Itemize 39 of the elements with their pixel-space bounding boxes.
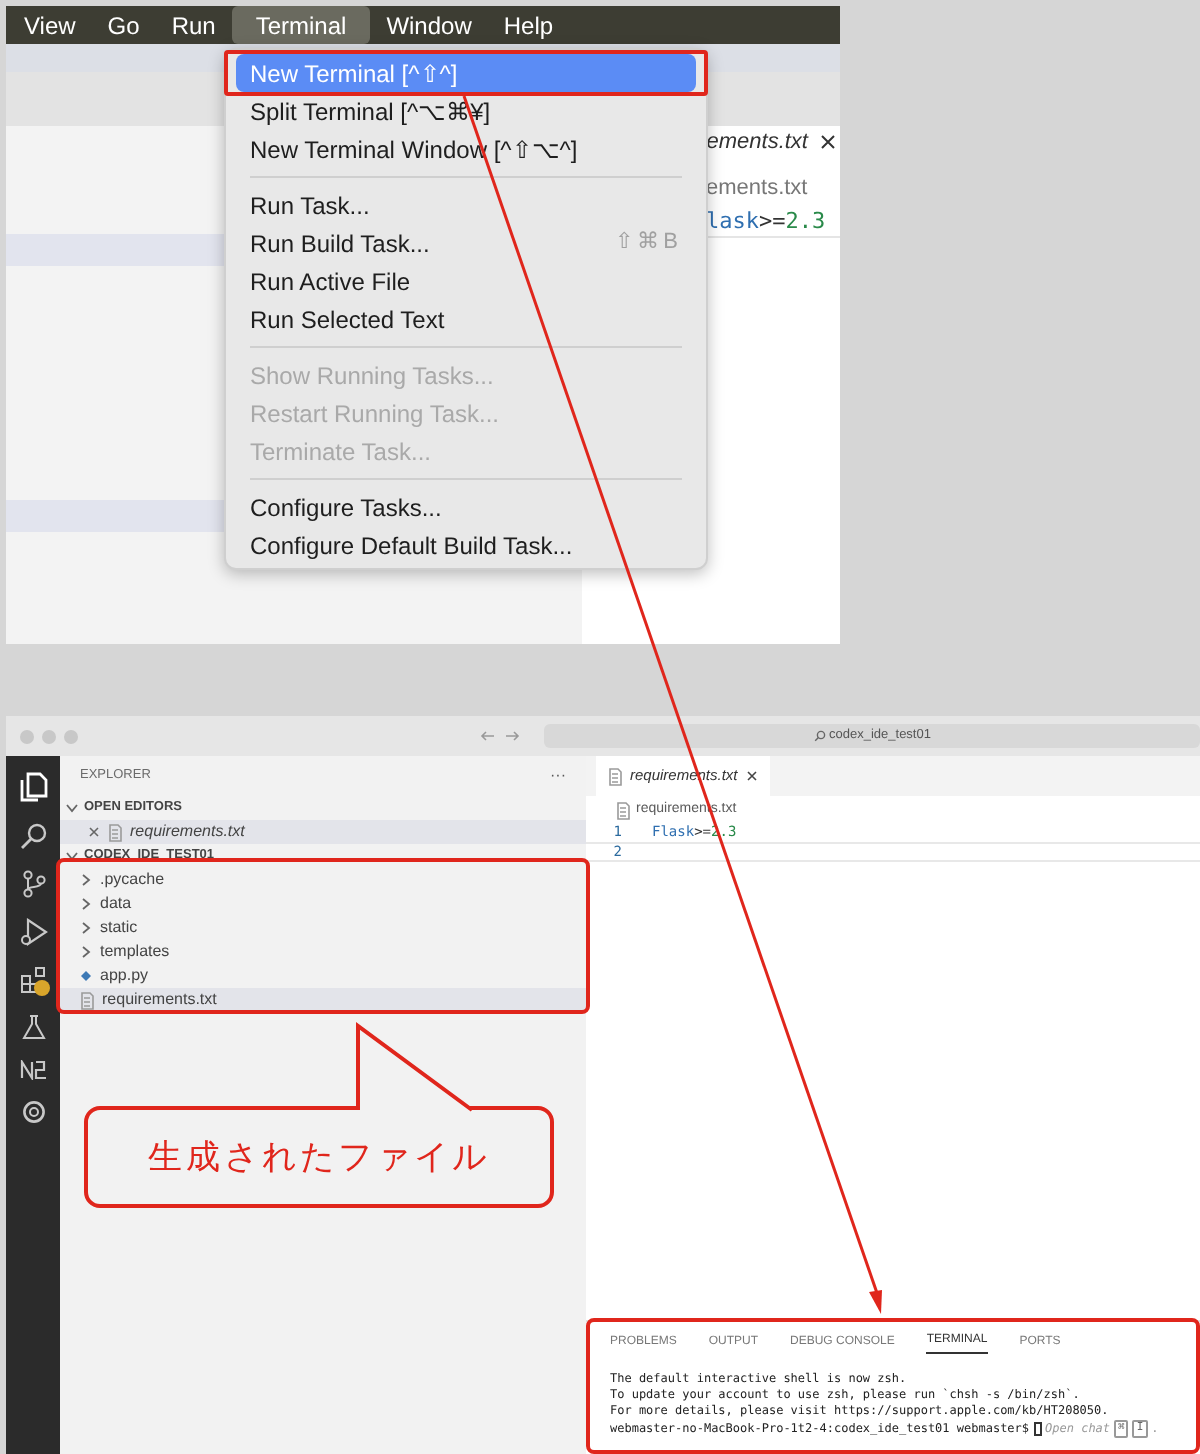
menu-item[interactable]: Configure Tasks... [236, 488, 696, 526]
python-file-icon [80, 970, 92, 982]
extension-logo-icon[interactable] [19, 1060, 47, 1080]
explorer-item[interactable]: app.py [60, 964, 586, 988]
editor-tab[interactable]: ements.txt [706, 125, 808, 159]
menu-bar-item[interactable]: View [8, 6, 92, 44]
flower-logo-icon[interactable] [21, 1100, 45, 1124]
cursor-icon [1033, 1422, 1042, 1436]
search-icon [813, 730, 826, 742]
close-icon[interactable] [745, 770, 758, 782]
run-debug-icon[interactable] [19, 918, 47, 946]
more-actions[interactable]: ··· [550, 764, 566, 788]
menu-item[interactable]: Configure Default Build Task... [236, 526, 696, 564]
menu-bar-item[interactable]: Go [91, 6, 156, 44]
menu-bar-item[interactable]: Terminal [231, 6, 371, 44]
menu-bar-item[interactable]: Run [155, 6, 232, 44]
menu-bar-item[interactable]: Help [487, 6, 570, 44]
explorer-item[interactable]: templates [60, 940, 586, 964]
chevron-icon [66, 802, 78, 814]
menu-item[interactable]: Run Selected Text [236, 300, 696, 338]
explorer-item[interactable]: .pycache [60, 868, 586, 892]
explorer-item[interactable]: static [60, 916, 586, 940]
explorer-item[interactable]: requirements.txt [60, 988, 586, 1012]
menu-bar-item[interactable]: Window [370, 6, 488, 44]
file-icon [80, 991, 94, 1009]
file-icon [608, 767, 622, 785]
files-icon[interactable] [19, 772, 47, 802]
breadcrumb: ements.txt [704, 174, 810, 204]
extensions-icon[interactable] [19, 966, 47, 994]
menu-item[interactable]: Run Active File [236, 262, 696, 300]
explorer-item[interactable]: data [60, 892, 586, 916]
warning-badge [33, 980, 49, 996]
file-icon [108, 823, 122, 841]
explorer-item[interactable]: requirements.txt [60, 820, 586, 844]
search-icon[interactable] [19, 822, 47, 850]
branch-icon[interactable] [21, 870, 45, 898]
flask-icon[interactable] [21, 1014, 45, 1040]
close-icon[interactable] [820, 134, 836, 150]
file-icon [616, 801, 630, 819]
